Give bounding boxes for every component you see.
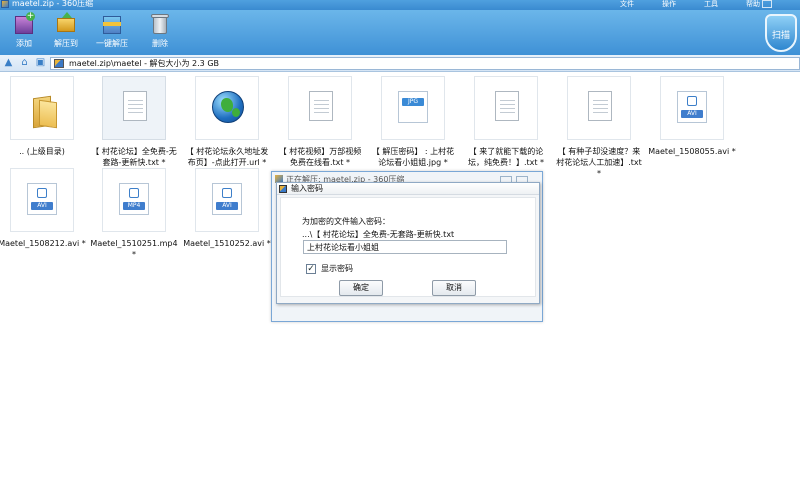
archive-path: maetel.zip\maetel - 解包大小为 2.3 GB [69, 59, 220, 68]
show-password-checkbox[interactable]: ✓ [306, 263, 316, 274]
show-password-row[interactable]: ✓ 显示密码 [306, 263, 353, 274]
menu-help[interactable]: 帮助 [746, 0, 760, 9]
add-archive-icon: + [13, 12, 35, 34]
file-name: 【 解压密码】 : 上村花 论坛看小姐姐.jpg * [371, 147, 455, 167]
file-item[interactable]: 【 村花视频】万部视频 免费在线看.txt * [274, 76, 366, 168]
file-name: Maetel_1510252.avi * [183, 239, 271, 248]
video-file-icon: AVI [27, 183, 57, 215]
menu-tools[interactable]: 工具 [704, 0, 718, 9]
password-prompt: 为加密的文件输入密码： [302, 217, 390, 226]
text-file-icon [495, 91, 519, 121]
file-name: 【 村花论坛永久地址发 布页】-点此打开.url * [185, 147, 269, 167]
file-item[interactable]: 【 来了就能下载的论 坛，纯免费！】.txt * [460, 76, 552, 168]
show-password-label: 显示密码 [321, 264, 353, 273]
one-click-extract-button[interactable]: 一键解压 [88, 12, 136, 54]
toolbar: + 添加 解压到 一键解压 删除 扫描 [0, 10, 800, 55]
file-name: 【 村花视频】万部视频 免费在线看.txt * [278, 147, 362, 167]
text-file-icon [588, 91, 612, 121]
add-button-label: 添加 [16, 39, 32, 48]
shield-label: 扫描 [771, 31, 790, 41]
encrypted-file-path: ...\【 村花论坛】全免费-无套路-更新快.txt [302, 230, 455, 239]
zip-archive-icon [54, 59, 64, 68]
text-file-icon [123, 91, 147, 121]
globe-icon [212, 91, 244, 123]
jpg-file-icon: JPG [398, 91, 428, 123]
menu-operation[interactable]: 操作 [662, 0, 676, 9]
view-mode-icon[interactable]: ▣ [34, 57, 47, 69]
one-click-extract-label: 一键解压 [96, 39, 128, 48]
app-icon [1, 0, 9, 8]
file-item[interactable]: MP4 Maetel_1510251.mp4 * [88, 168, 180, 260]
file-item[interactable]: AVI Maetel_1510252.avi * [181, 168, 273, 249]
address-bar: ▲ ⌂ ▣ maetel.zip\maetel - 解包大小为 2.3 GB [0, 55, 800, 72]
file-item[interactable]: JPG 【 解压密码】 : 上村花 论坛看小姐姐.jpg * [367, 76, 459, 168]
folder-icon [33, 95, 59, 129]
file-item[interactable]: 【 村花论坛】全免费-无 套路-更新快.txt * [88, 76, 180, 168]
video-file-icon: AVI [677, 91, 707, 123]
extract-to-icon [55, 12, 77, 34]
window-title: maetel.zip - 360压缩 [12, 0, 94, 8]
extract-to-label: 解压到 [54, 39, 78, 48]
file-item[interactable]: 【 有种子却没速度？来 村花论坛人工加速】.txt * [553, 76, 645, 179]
file-type-tag: MP4 [123, 202, 145, 210]
file-name: 【 有种子却没速度？来 村花论坛人工加速】.txt * [556, 147, 642, 178]
cancel-button[interactable]: 取消 [432, 280, 476, 296]
add-button[interactable]: + 添加 [0, 12, 48, 54]
delete-button[interactable]: 删除 [136, 12, 184, 54]
text-file-icon [309, 91, 333, 121]
password-dialog: 输入密码 为加密的文件输入密码： ...\【 村花论坛】全免费-无套路-更新快.… [276, 182, 540, 304]
file-item[interactable]: 【 村花论坛永久地址发 布页】-点此打开.url * [181, 76, 273, 168]
file-type-tag: AVI [31, 202, 53, 210]
file-name: Maetel_1508212.avi * [0, 239, 86, 248]
shield-icon: 扫描 [765, 14, 797, 52]
dialog-title: 输入密码 [291, 184, 323, 193]
menu-file[interactable]: 文件 [620, 0, 634, 9]
trash-icon [149, 12, 171, 34]
extract-to-button[interactable]: 解压到 [42, 12, 90, 54]
file-name: Maetel_1508055.avi * [648, 147, 736, 156]
file-type-tag: AVI [216, 202, 238, 210]
file-name: 【 来了就能下载的论 坛，纯免费！】.txt * [467, 147, 545, 167]
file-item-parent-dir[interactable]: .. (上级目录) [0, 76, 88, 157]
dialog-title-bar: 输入密码 [277, 183, 539, 195]
file-item[interactable]: AVI Maetel_1508212.avi * [0, 168, 88, 249]
video-file-icon: MP4 [119, 183, 149, 215]
video-file-icon: AVI [212, 183, 242, 215]
ok-button[interactable]: 确定 [339, 280, 383, 296]
file-type-tag: JPG [402, 98, 424, 106]
path-field[interactable]: maetel.zip\maetel - 解包大小为 2.3 GB [50, 57, 800, 70]
menu-bar: 文件 操作 工具 帮助 [620, 0, 760, 9]
file-name: 【 村花论坛】全免费-无 套路-更新快.txt * [91, 147, 177, 167]
file-name: .. (上级目录) [19, 147, 65, 156]
file-type-tag: AVI [681, 110, 703, 118]
file-name: Maetel_1510251.mp4 * [90, 239, 178, 259]
delete-label: 删除 [152, 39, 168, 48]
home-icon[interactable]: ⌂ [18, 57, 31, 69]
up-arrow-icon[interactable]: ▲ [2, 57, 15, 69]
one-click-extract-icon [101, 12, 123, 34]
password-input[interactable] [303, 240, 507, 254]
window-control-icon[interactable] [762, 0, 772, 8]
title-bar: maetel.zip - 360压缩 文件 操作 工具 帮助 [0, 0, 800, 10]
zip-archive-icon [279, 185, 287, 193]
file-item[interactable]: AVI Maetel_1508055.avi * [646, 76, 738, 157]
